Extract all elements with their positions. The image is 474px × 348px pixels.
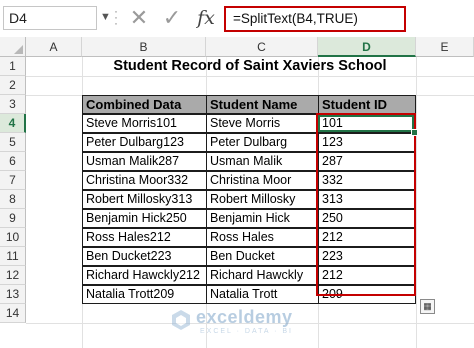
- column-header-b[interactable]: B: [82, 37, 206, 57]
- table-cell-name[interactable]: Steve Morris: [206, 114, 319, 133]
- worksheet-grid[interactable]: A B C D E 1 2 3 4 5 6 7 8 9 10 11 12 13 …: [0, 37, 474, 348]
- formula-bar: D4 ▼ · · · ✕ ✓ fx =SplitText(B4,TRUE): [0, 0, 474, 38]
- watermark-brand: exceldemy: [196, 307, 293, 327]
- table-cell-combined[interactable]: Natalia Trott209: [82, 285, 207, 304]
- watermark: exceldemy EXCEL · DATA · BI: [170, 307, 320, 341]
- table-cell-combined[interactable]: Usman Malik287: [82, 152, 207, 171]
- table-cell-name[interactable]: Ben Ducket: [206, 247, 319, 266]
- formula-bar-grip-icon[interactable]: · · ·: [114, 5, 118, 29]
- row-header-7[interactable]: 7: [0, 171, 26, 190]
- name-box[interactable]: D4: [3, 6, 97, 30]
- table-cell-id[interactable]: 332: [318, 171, 416, 190]
- insert-function-button[interactable]: fx: [194, 6, 218, 30]
- exceldemy-logo-icon: [172, 310, 190, 330]
- sheet-title[interactable]: Student Record of Saint Xaviers School: [60, 57, 440, 76]
- table-cell-name[interactable]: Usman Malik: [206, 152, 319, 171]
- table-cell-id[interactable]: 123: [318, 133, 416, 152]
- table-cell-name[interactable]: Benjamin Hick: [206, 209, 319, 228]
- column-header-c[interactable]: C: [206, 37, 318, 57]
- table-cell-combined[interactable]: Steve Morris101: [82, 114, 207, 133]
- table-cell-name[interactable]: Robert Millosky: [206, 190, 319, 209]
- row-header-5[interactable]: 5: [0, 133, 26, 152]
- formula-input[interactable]: =SplitText(B4,TRUE): [224, 6, 406, 32]
- row-header-6[interactable]: 6: [0, 152, 26, 171]
- column-header-e[interactable]: E: [416, 37, 474, 57]
- table-cell-id[interactable]: 209: [318, 285, 416, 304]
- table-header-student-name[interactable]: Student Name: [206, 95, 319, 114]
- table-header-combined-data[interactable]: Combined Data: [82, 95, 207, 114]
- select-all-icon: [14, 45, 23, 54]
- table-cell-id[interactable]: 212: [318, 228, 416, 247]
- table-cell-id[interactable]: 223: [318, 247, 416, 266]
- table-cell-combined[interactable]: Benjamin Hick250: [82, 209, 207, 228]
- row-header-13[interactable]: 13: [0, 285, 26, 304]
- enter-formula-button[interactable]: ✓: [160, 6, 184, 30]
- table-cell-name[interactable]: Christina Moor: [206, 171, 319, 190]
- fill-handle[interactable]: [411, 129, 418, 136]
- cancel-formula-button[interactable]: ✕: [128, 6, 150, 30]
- row-header-10[interactable]: 10: [0, 228, 26, 247]
- watermark-tagline: EXCEL · DATA · BI: [200, 328, 293, 335]
- gridline: [26, 76, 474, 77]
- table-header-student-id[interactable]: Student ID: [318, 95, 416, 114]
- table-cell-name[interactable]: Peter Dulbarg: [206, 133, 319, 152]
- row-header-4[interactable]: 4: [0, 114, 26, 133]
- table-cell-id[interactable]: 250: [318, 209, 416, 228]
- column-header-a[interactable]: A: [26, 37, 82, 57]
- table-cell-combined[interactable]: Christina Moor332: [82, 171, 207, 190]
- row-header-14[interactable]: 14: [0, 304, 26, 323]
- name-box-dropdown-icon[interactable]: ▼: [100, 10, 112, 24]
- row-header-9[interactable]: 9: [0, 209, 26, 228]
- quick-analysis-icon[interactable]: ▦: [420, 299, 435, 314]
- table-cell-combined[interactable]: Ben Ducket223: [82, 247, 207, 266]
- row-header-2[interactable]: 2: [0, 76, 26, 95]
- row-header-8[interactable]: 8: [0, 190, 26, 209]
- table-cell-id[interactable]: 101: [318, 114, 416, 133]
- table-cell-id[interactable]: 313: [318, 190, 416, 209]
- column-header-d[interactable]: D: [318, 37, 416, 57]
- table-cell-name[interactable]: Ross Hales: [206, 228, 319, 247]
- row-header-1[interactable]: 1: [0, 57, 26, 76]
- table-cell-name[interactable]: Richard Hawckly: [206, 266, 319, 285]
- row-header-11[interactable]: 11: [0, 247, 26, 266]
- table-cell-combined[interactable]: Robert Millosky313: [82, 190, 207, 209]
- table-cell-id[interactable]: 287: [318, 152, 416, 171]
- select-all-button[interactable]: [0, 37, 26, 57]
- gridline: [416, 57, 417, 348]
- table-cell-name[interactable]: Natalia Trott: [206, 285, 319, 304]
- table-cell-id[interactable]: 212: [318, 266, 416, 285]
- row-header-12[interactable]: 12: [0, 266, 26, 285]
- table-cell-combined[interactable]: Richard Hawckly212: [82, 266, 207, 285]
- table-cell-combined[interactable]: Ross Hales212: [82, 228, 207, 247]
- table-cell-combined[interactable]: Peter Dulbarg123: [82, 133, 207, 152]
- row-header-3[interactable]: 3: [0, 95, 26, 114]
